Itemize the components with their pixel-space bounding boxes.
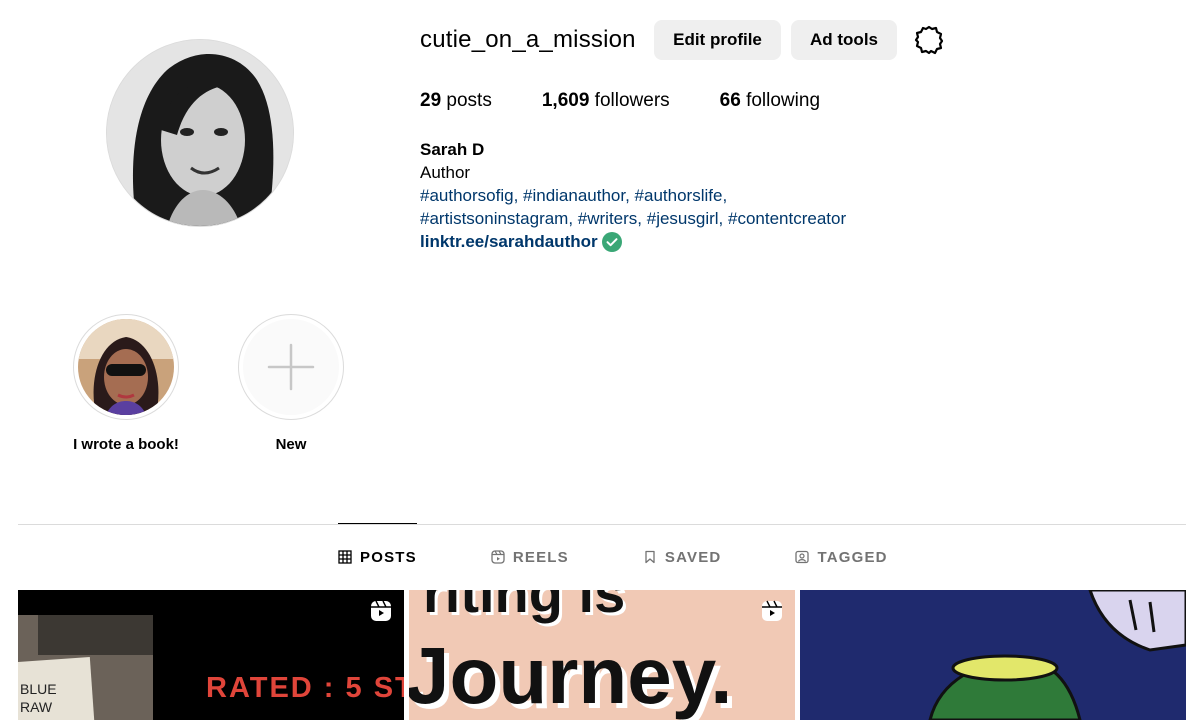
- bio-hashtags-line-1[interactable]: #authorsofig, #indianauthor, #authorslif…: [420, 184, 846, 207]
- reels-icon: [491, 550, 505, 564]
- tab-tagged[interactable]: TAGGED: [795, 524, 887, 590]
- highlight-ring[interactable]: [73, 314, 179, 420]
- profile-bio: Sarah D Author #authorsofig, #indianauth…: [420, 138, 846, 253]
- bio-link[interactable]: linktr.ee/sarahdauthor: [420, 230, 846, 253]
- posts-count: 29: [420, 90, 442, 111]
- profile-display-name: Sarah D: [420, 140, 485, 159]
- plus-icon: [267, 343, 315, 391]
- profile-avatar[interactable]: [106, 39, 294, 227]
- ad-tools-button[interactable]: Ad tools: [791, 20, 897, 60]
- post-tile[interactable]: riting is Journey.: [409, 590, 795, 720]
- post-note-text: BLUE RAW: [20, 681, 57, 715]
- bookmark-icon: [645, 550, 655, 564]
- bio-link-text[interactable]: linktr.ee/sarahdauthor: [420, 230, 598, 253]
- highlight-label: I wrote a book!: [73, 436, 179, 453]
- highlight-item[interactable]: I wrote a book!: [73, 314, 179, 453]
- post-overlay-text: Journey.: [409, 631, 733, 720]
- reel-badge-icon: [371, 600, 391, 621]
- following-stat[interactable]: 66 following: [720, 90, 820, 112]
- edit-profile-button[interactable]: Edit profile: [654, 20, 781, 60]
- tab-posts-label: POSTS: [360, 548, 417, 566]
- tab-reels[interactable]: REELS: [491, 524, 569, 590]
- profile-photo: [107, 40, 293, 226]
- tab-tagged-label: TAGGED: [817, 548, 888, 566]
- posts-stat: 29 posts: [420, 90, 492, 112]
- post-overlay-text: RATED : 5 STA: [206, 672, 404, 704]
- tab-saved[interactable]: SAVED: [643, 524, 722, 590]
- posts-grid: BLUE RAW RATED : 5 STA riting is Journey…: [18, 590, 1186, 720]
- following-label: following: [746, 90, 821, 111]
- gear-icon[interactable]: [913, 24, 945, 56]
- tagged-icon: [795, 550, 810, 564]
- new-highlight-item[interactable]: New: [238, 314, 344, 453]
- tab-posts[interactable]: POSTS: [338, 523, 417, 590]
- highlight-photo: [78, 319, 174, 415]
- posts-label: posts: [446, 90, 492, 111]
- profile-stats: 29 posts 1,609 followers 66 following: [420, 90, 870, 112]
- profile-username: cutie_on_a_mission: [420, 26, 636, 53]
- highlight-ring[interactable]: [238, 314, 344, 420]
- followers-stat[interactable]: 1,609 followers: [542, 90, 670, 112]
- following-count: 66: [719, 90, 741, 111]
- new-highlight-cover: [243, 319, 339, 415]
- post-tile[interactable]: [800, 590, 1186, 720]
- bio-hashtags-line-2[interactable]: #artistsoninstagram, #writers, #jesusgir…: [420, 207, 846, 230]
- verified-check-icon: [601, 231, 622, 252]
- highlight-cover: [78, 319, 174, 415]
- post-tile[interactable]: BLUE RAW RATED : 5 STA: [18, 590, 404, 720]
- grid-icon: [338, 550, 352, 564]
- tab-saved-label: SAVED: [664, 548, 722, 566]
- followers-label: followers: [594, 90, 670, 111]
- followers-count: 1,609: [541, 90, 590, 111]
- post-overlay-text-top: riting is: [423, 590, 626, 624]
- highlight-label: New: [275, 436, 307, 453]
- reel-badge-icon: [762, 600, 782, 621]
- profile-category: Author: [420, 163, 471, 182]
- tab-reels-label: REELS: [512, 548, 569, 566]
- post-thumbnail: [800, 590, 1186, 720]
- profile-tabs: POSTS REELS SAVED TAGGED: [338, 523, 962, 590]
